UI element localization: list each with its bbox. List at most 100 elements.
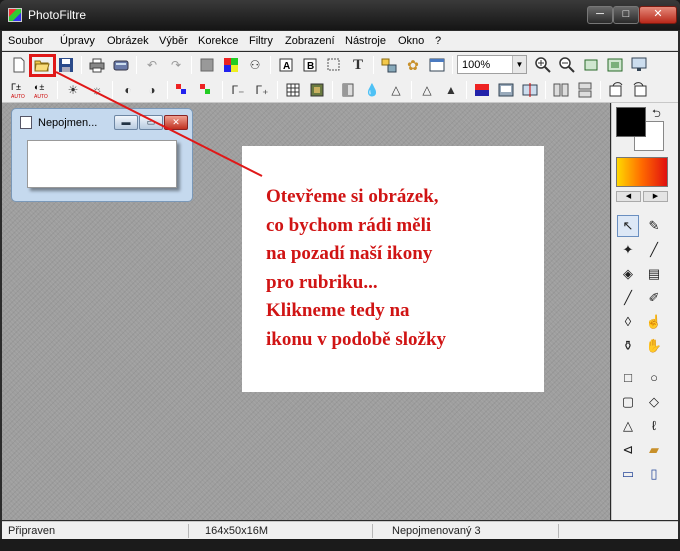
stop-button[interactable]	[198, 56, 216, 74]
explorer-button[interactable]	[428, 56, 446, 74]
scan-button[interactable]	[112, 56, 130, 74]
menu-nastroje[interactable]: Nástroje	[345, 35, 386, 47]
open-folder-shape-icon: ▰	[649, 442, 659, 457]
sepia-button[interactable]	[497, 81, 515, 99]
sharpen-button[interactable]: △	[387, 81, 405, 99]
menu-filtry[interactable]: Filtry	[249, 35, 273, 47]
zoom-out-button[interactable]	[558, 56, 576, 74]
saturation-up-button[interactable]	[198, 81, 216, 99]
smudge-tool[interactable]: ☝	[643, 311, 665, 333]
zoom-in-button[interactable]	[534, 56, 552, 74]
settings-button[interactable]: ✿	[404, 56, 422, 74]
gradient-preview[interactable]	[616, 157, 668, 187]
save-button[interactable]	[57, 56, 75, 74]
saturation-down-button[interactable]	[174, 81, 192, 99]
rectangle-tool[interactable]: □	[617, 367, 639, 389]
undo-button[interactable]: ↶	[143, 56, 161, 74]
selection-horizontal-tool[interactable]: ▭	[617, 463, 639, 485]
flip-button[interactable]	[521, 81, 539, 99]
menu-zobrazeni[interactable]: Zobrazení	[285, 35, 335, 47]
brightness-up-button[interactable]: ☼	[88, 81, 106, 99]
close-button[interactable]: ✕	[639, 6, 677, 24]
crop-button[interactable]	[325, 56, 343, 74]
contrast-down-button[interactable]: ◐	[119, 81, 137, 99]
menu-korekce[interactable]: Korekce	[198, 35, 238, 47]
gamma-up-button[interactable]: Γ₊	[253, 81, 271, 99]
sharpen-more-button[interactable]: △	[418, 81, 436, 99]
open-shape-tool[interactable]: ▰	[643, 439, 665, 461]
chevron-left-icon[interactable]: ◀	[616, 191, 641, 202]
new-button[interactable]	[10, 56, 28, 74]
rounded-rectangle-tool[interactable]: ▢	[617, 391, 639, 413]
swap-colors-icon[interactable]: ⮌	[652, 105, 661, 124]
redo-button[interactable]: ↷	[167, 56, 185, 74]
pattern-button[interactable]	[308, 81, 326, 99]
menu-vyber[interactable]: Výběr	[159, 35, 188, 47]
brightness-down-button[interactable]: ☀	[64, 81, 82, 99]
sharpen-more-icon: △	[422, 83, 432, 97]
document-maximize-button[interactable]: ▭	[139, 115, 163, 130]
menu-help[interactable]: ?	[435, 35, 441, 47]
magic-wand-tool[interactable]: ✦	[617, 239, 639, 261]
plugin-button[interactable]	[380, 56, 398, 74]
menu-obrazek[interactable]: Obrázek	[107, 35, 149, 47]
rotate-right-button[interactable]	[631, 81, 649, 99]
rotate-left-button[interactable]	[607, 81, 625, 99]
canvas-size-button[interactable]: B	[301, 56, 319, 74]
blur-tool[interactable]: ◊	[617, 311, 639, 333]
bitmap-button[interactable]: ⚇	[246, 56, 264, 74]
actual-size-button[interactable]	[606, 56, 624, 74]
stamp-tool[interactable]: ⚱	[617, 335, 639, 357]
menu-soubor[interactable]: Soubor	[8, 35, 43, 47]
brush-tool[interactable]: ╱	[617, 287, 639, 309]
document-close-button[interactable]: ✕	[164, 115, 188, 130]
fit-image-button[interactable]	[582, 56, 600, 74]
triangle-tool[interactable]: △	[617, 415, 639, 437]
diamond-tool[interactable]: ◇	[643, 391, 665, 413]
annotation-line: pro rubriku...	[266, 271, 378, 293]
image-size-icon: A	[279, 58, 293, 72]
selection-tool[interactable]: ↖	[617, 215, 639, 237]
menu-upravy[interactable]: Úpravy	[60, 35, 95, 47]
hand-tool[interactable]: ✋	[643, 335, 665, 357]
drop-button[interactable]: 💧	[363, 81, 381, 99]
zoom-select[interactable]: 100% ▼	[457, 55, 527, 74]
contrast-up-button[interactable]: ◑	[143, 81, 161, 99]
desaturate-button[interactable]: ▲	[442, 81, 460, 99]
menu-okno[interactable]: Okno	[398, 35, 424, 47]
zoom-value: 100%	[462, 59, 491, 71]
text-button[interactable]: T	[349, 56, 367, 74]
fill-tool[interactable]: ◈	[617, 263, 639, 285]
document-canvas[interactable]	[27, 140, 177, 188]
mirror-vertical-button[interactable]	[576, 81, 594, 99]
mirror-button[interactable]	[552, 81, 570, 99]
document-window[interactable]: Nepojmen... ▬ ▭ ✕	[11, 108, 193, 202]
ellipse-tool[interactable]: ○	[643, 367, 665, 389]
chevron-down-icon[interactable]: ▼	[512, 56, 526, 73]
auto-contrast-button[interactable]: ◐± AUTO	[33, 81, 51, 100]
auto-levels-button[interactable]: Γ± AUTO	[10, 81, 28, 100]
chevron-right-icon[interactable]: ▶	[643, 191, 668, 202]
magic-wand-icon: ✦	[622, 242, 634, 257]
gradient-arrows: ◀ ▶	[616, 191, 668, 202]
document-minimize-button[interactable]: ▬	[114, 115, 138, 130]
spray-tool[interactable]: ▤	[643, 263, 665, 285]
selection-vertical-tool[interactable]: ▯	[643, 463, 665, 485]
grid-button[interactable]	[284, 81, 302, 99]
gamma-down-button[interactable]: Γ₋	[229, 81, 247, 99]
minimize-button[interactable]: ─	[587, 6, 613, 24]
line-tool[interactable]: ╱	[643, 239, 665, 261]
foreground-color-swatch[interactable]	[616, 107, 646, 137]
blur-button[interactable]	[339, 81, 357, 99]
palette-button[interactable]	[222, 56, 240, 74]
print-button[interactable]	[88, 56, 106, 74]
annotation-text: Otevřeme si obrázek, co bychom rádi měli…	[266, 183, 536, 354]
lasso-tool[interactable]: ℓ	[643, 415, 665, 437]
maximize-button[interactable]: □	[613, 6, 639, 24]
advanced-brush-tool[interactable]: ✐	[643, 287, 665, 309]
eyedropper-tool[interactable]: ✎	[643, 215, 665, 237]
invert-button[interactable]	[473, 81, 491, 99]
fullscreen-button[interactable]	[630, 56, 648, 74]
polygon-tool[interactable]: ⊲	[617, 439, 639, 461]
image-size-button[interactable]: A	[277, 56, 295, 74]
